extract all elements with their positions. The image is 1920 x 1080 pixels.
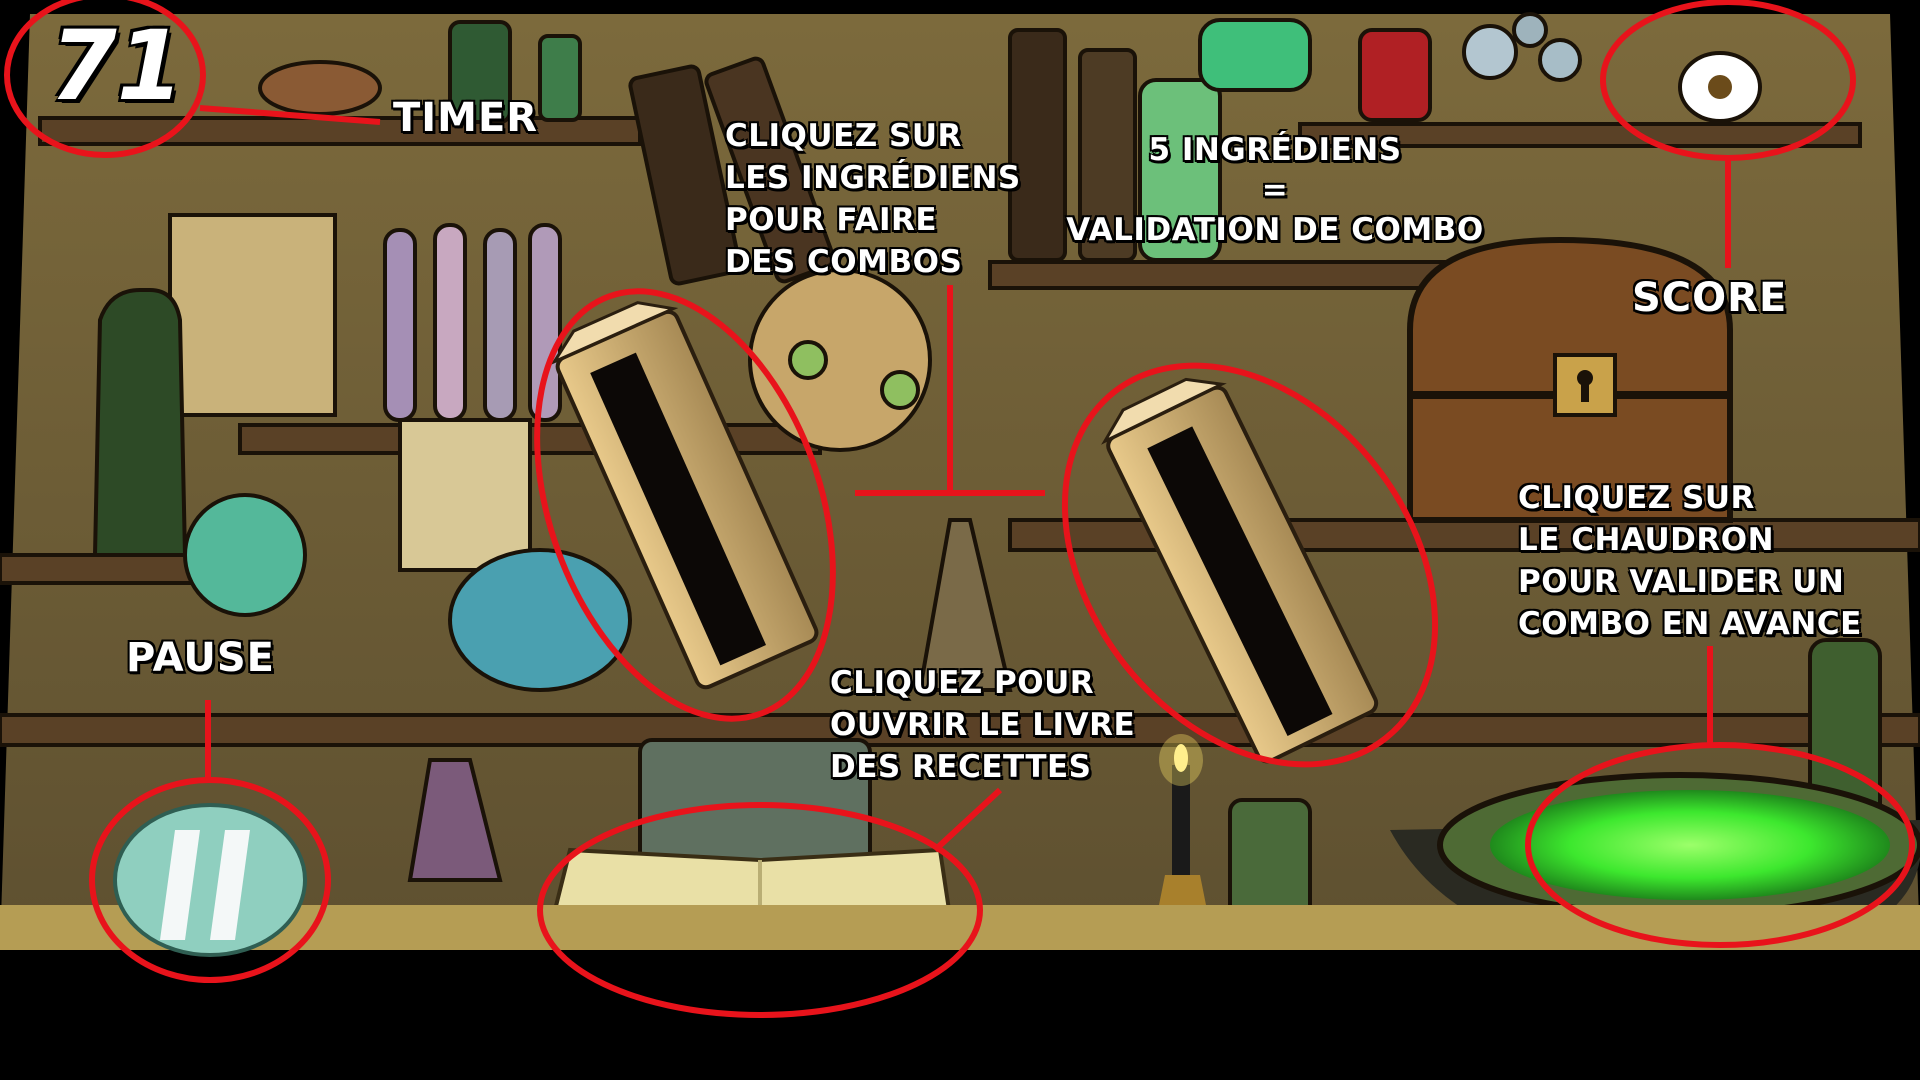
timer-value: 71 bbox=[50, 10, 184, 122]
recipe-book[interactable] bbox=[545, 820, 975, 960]
cauldron[interactable] bbox=[1520, 745, 1920, 945]
ingredient-right[interactable] bbox=[1070, 390, 1430, 740]
pause-label: PAUSE bbox=[126, 635, 275, 681]
eye-icon bbox=[1678, 51, 1762, 123]
score-label: SCORE bbox=[1632, 275, 1788, 321]
ingredient-left[interactable] bbox=[560, 300, 810, 700]
pause-icon: II bbox=[100, 785, 101, 786]
pause-button[interactable]: II bbox=[100, 785, 320, 975]
score-value: 0 bbox=[1700, 40, 1701, 41]
cauldron-hint: CLIQUEZ SUR LE CHAUDRON POUR VALIDER UN … bbox=[1518, 480, 1862, 642]
combo-rule-hint: 5 INGRÉDIENS = VALIDATION DE COMBO bbox=[1066, 132, 1484, 248]
timer-label: TIMER bbox=[393, 95, 539, 141]
ingredients-hint: CLIQUEZ SUR LES INGRÉDIENS POUR FAIRE DE… bbox=[725, 118, 1021, 280]
